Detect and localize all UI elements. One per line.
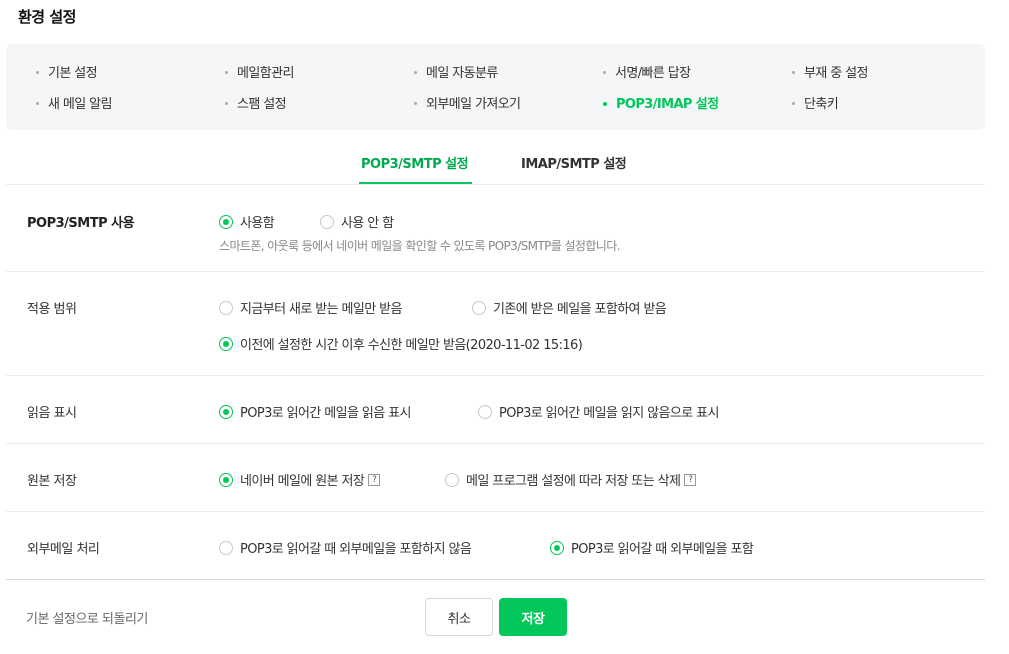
- scope-label: 적용 범위: [27, 302, 77, 317]
- pop3-smtp-use-label: POP3/SMTP 사용: [27, 216, 135, 231]
- radio-unchecked-icon: [472, 300, 486, 315]
- original-save-label: 원본 저장: [27, 474, 77, 489]
- menu-item-label: 서명/빠른 답장: [615, 66, 691, 81]
- menu-item-pop3-imap[interactable]: POP3/IMAP 설정: [603, 93, 719, 112]
- read-mark-read-radio[interactable]: POP3로 읽어간 메일을 읽음 표시: [219, 402, 411, 421]
- help-icon[interactable]: ?: [368, 473, 381, 486]
- external-exclude-radio[interactable]: POP3로 읽어갈 때 외부메일을 포함하지 않음: [219, 538, 472, 557]
- divider: [6, 375, 985, 376]
- bullet-icon: [414, 102, 417, 105]
- radio-label: 사용함: [240, 216, 275, 231]
- menu-item-shortcuts[interactable]: 단축키: [792, 93, 839, 112]
- menu-item-mailbox[interactable]: 메일함관리: [225, 62, 294, 81]
- menu-item-spam[interactable]: 스팸 설정: [225, 93, 287, 112]
- radio-label: 지금부터 새로 받는 메일만 받음: [240, 302, 402, 317]
- external-include-radio[interactable]: POP3로 읽어갈 때 외부메일을 포함: [550, 538, 754, 557]
- radio-checked-icon: [550, 540, 564, 555]
- radio-label: POP3로 읽어간 메일을 읽지 않음으로 표시: [499, 406, 719, 421]
- radio-label: POP3로 읽어갈 때 외부메일을 포함하지 않음: [240, 542, 472, 557]
- cancel-button[interactable]: 취소: [425, 598, 493, 636]
- scope-new-only-radio[interactable]: 지금부터 새로 받는 메일만 받음: [219, 298, 402, 317]
- bullet-icon: [225, 102, 228, 105]
- radio-label: POP3로 읽어갈 때 외부메일을 포함: [571, 542, 754, 557]
- menu-item-label: 부재 중 설정: [804, 66, 868, 81]
- radio-checked-icon: [219, 472, 233, 487]
- page-title: 환경 설정: [18, 8, 76, 26]
- radio-unchecked-icon: [219, 300, 233, 315]
- divider: [6, 443, 985, 444]
- menu-item-label: 스팸 설정: [237, 97, 287, 112]
- radio-label: 네이버 메일에 원본 저장: [240, 474, 365, 489]
- tab-pop3-smtp[interactable]: POP3/SMTP 설정: [361, 153, 469, 172]
- menu-item-label: 메일 자동분류: [426, 66, 498, 81]
- save-button[interactable]: 저장: [499, 598, 567, 636]
- radio-unchecked-icon: [478, 404, 492, 419]
- pop3-smtp-description: 스마트폰, 아웃룩 등에서 네이버 메일을 확인할 수 있도록 POP3/SMT…: [219, 239, 620, 253]
- settings-menu: 기본 설정 메일함관리 메일 자동분류 서명/빠른 답장 부재 중 설정 새 메…: [6, 44, 985, 130]
- menu-item-label: 기본 설정: [48, 66, 98, 81]
- radio-label: 메일 프로그램 설정에 따라 저장 또는 삭제: [466, 474, 681, 489]
- bullet-icon: [36, 71, 39, 74]
- help-icon[interactable]: ?: [684, 473, 697, 486]
- original-save-naver-radio[interactable]: 네이버 메일에 원본 저장 ?: [219, 470, 381, 489]
- radio-checked-icon: [219, 214, 233, 229]
- menu-item-auto-sort[interactable]: 메일 자동분류: [414, 62, 498, 81]
- reset-defaults-link[interactable]: 기본 설정으로 되돌리기: [26, 608, 148, 627]
- bullet-icon: [36, 102, 39, 105]
- menu-item-label: 메일함관리: [237, 66, 294, 81]
- menu-item-signature[interactable]: 서명/빠른 답장: [603, 62, 691, 81]
- bullet-icon: [792, 102, 795, 105]
- radio-label: 기존에 받은 메일을 포함하여 받음: [493, 302, 667, 317]
- original-save-client-radio[interactable]: 메일 프로그램 설정에 따라 저장 또는 삭제 ?: [445, 470, 697, 489]
- menu-item-new-mail-alert[interactable]: 새 메일 알림: [36, 93, 112, 112]
- use-enable-radio[interactable]: 사용함: [219, 212, 275, 231]
- tab-imap-smtp[interactable]: IMAP/SMTP 설정: [521, 153, 627, 172]
- bullet-icon: [414, 71, 417, 74]
- radio-checked-icon: [219, 404, 233, 419]
- divider: [6, 579, 985, 580]
- read-mark-unread-radio[interactable]: POP3로 읽어간 메일을 읽지 않음으로 표시: [478, 402, 719, 421]
- radio-unchecked-icon: [445, 472, 459, 487]
- radio-unchecked-icon: [320, 214, 334, 229]
- divider: [6, 184, 985, 185]
- bullet-icon: [225, 71, 228, 74]
- menu-item-label: 새 메일 알림: [48, 97, 112, 112]
- menu-item-external-mail[interactable]: 외부메일 가져오기: [414, 93, 521, 112]
- menu-item-label: POP3/IMAP 설정: [616, 97, 719, 112]
- menu-item-absence[interactable]: 부재 중 설정: [792, 62, 868, 81]
- use-disable-radio[interactable]: 사용 안 함: [320, 212, 394, 231]
- radio-checked-icon: [219, 336, 233, 351]
- radio-label: POP3로 읽어간 메일을 읽음 표시: [240, 406, 411, 421]
- radio-label: 이전에 설정한 시간 이후 수신한 메일만 받음(2020-11-02 15:1…: [240, 338, 583, 353]
- menu-item-label: 단축키: [804, 97, 839, 112]
- bullet-icon: [603, 101, 607, 106]
- bullet-icon: [603, 71, 606, 74]
- external-mail-label: 외부메일 처리: [27, 542, 100, 557]
- read-mark-label: 읽음 표시: [27, 406, 77, 421]
- scope-since-time-radio[interactable]: 이전에 설정한 시간 이후 수신한 메일만 받음(2020-11-02 15:1…: [219, 334, 583, 353]
- divider: [6, 511, 985, 512]
- radio-label: 사용 안 함: [341, 216, 394, 231]
- divider: [6, 271, 985, 272]
- menu-item-label: 외부메일 가져오기: [426, 97, 521, 112]
- menu-item-basic[interactable]: 기본 설정: [36, 62, 98, 81]
- bullet-icon: [792, 71, 795, 74]
- scope-include-existing-radio[interactable]: 기존에 받은 메일을 포함하여 받음: [472, 298, 667, 317]
- radio-unchecked-icon: [219, 540, 233, 555]
